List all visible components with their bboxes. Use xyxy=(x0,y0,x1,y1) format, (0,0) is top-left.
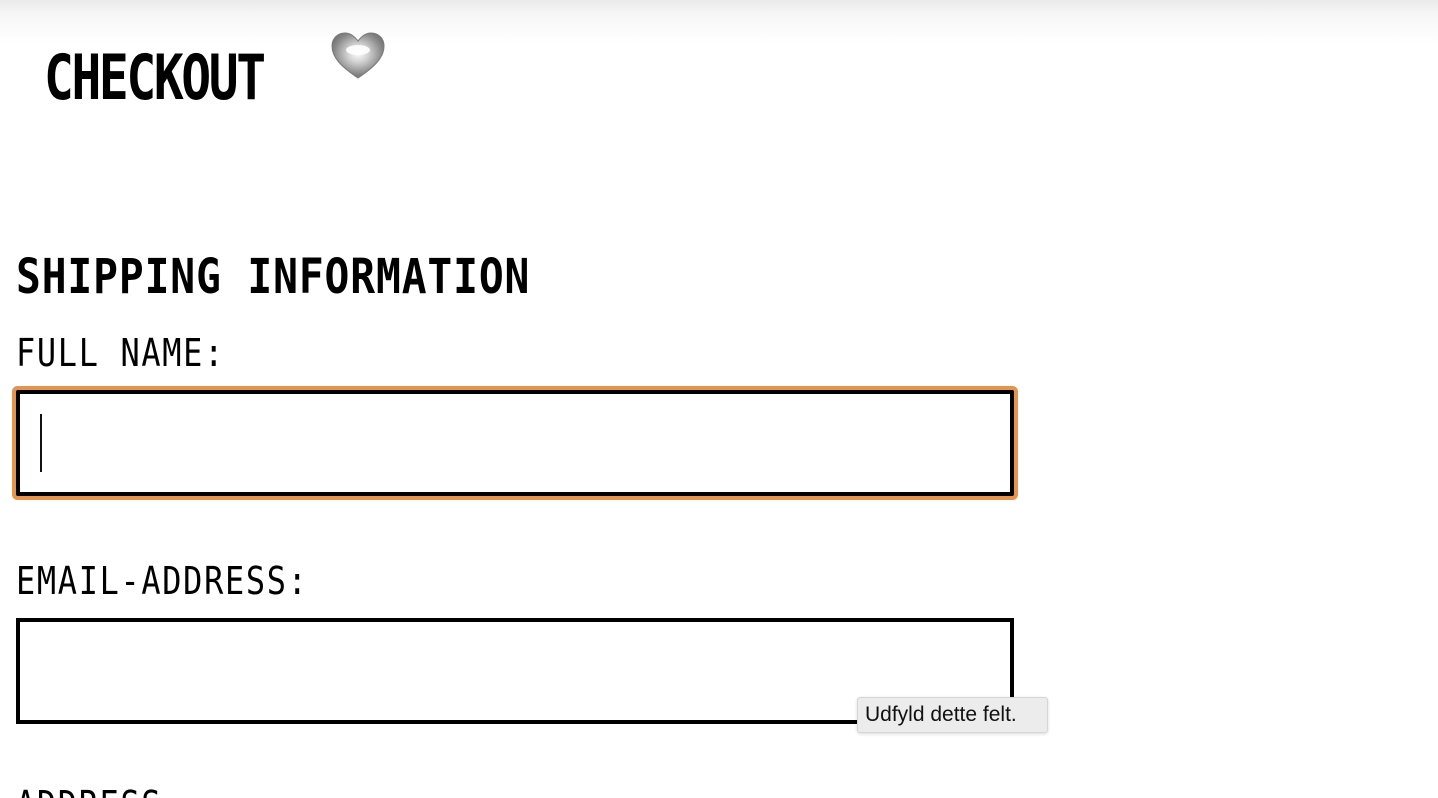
full-name-input[interactable] xyxy=(16,390,1014,496)
shipping-information-heading: SHIPPING INFORMATION xyxy=(16,249,531,305)
full-name-label: FULL NAME: xyxy=(16,331,225,375)
page-title: CHECKOUT xyxy=(44,41,266,114)
heart-icon xyxy=(331,32,385,79)
validation-tooltip: Udfyld dette felt. xyxy=(857,697,1048,733)
address-label: ADDRESS: xyxy=(16,784,183,798)
browser-top-shadow xyxy=(0,0,1438,44)
text-caret xyxy=(40,414,42,472)
email-address-label: EMAIL-ADDRESS: xyxy=(16,559,309,603)
